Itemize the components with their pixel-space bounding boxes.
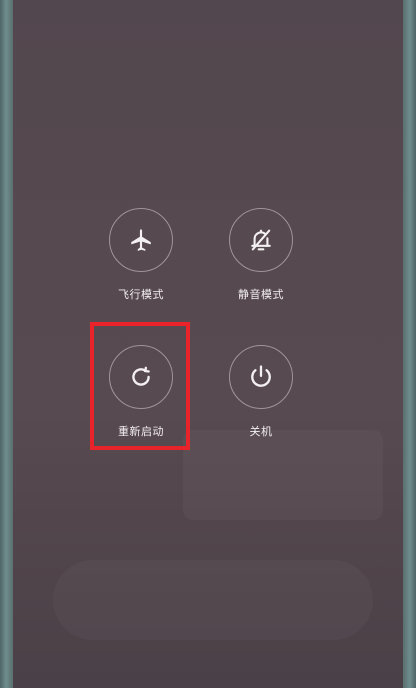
airplane-mode-label: 飞行模式	[118, 288, 164, 301]
airplane-mode-button[interactable]: 飞行模式	[86, 208, 196, 302]
silent-mode-circle[interactable]	[229, 208, 293, 272]
power-off-circle[interactable]	[229, 345, 293, 409]
silent-mode-button[interactable]: 静音模式	[206, 208, 316, 302]
silent-mode-label: 静音模式	[238, 288, 284, 301]
power-off-button[interactable]: 关机	[206, 345, 316, 439]
airplane-icon	[131, 229, 151, 251]
power-menu-screen: 飞行模式 静音模式 重新启动 关机	[13, 0, 403, 688]
power-icon	[251, 365, 271, 387]
power-off-label: 关机	[249, 425, 273, 438]
bell-off-icon	[251, 229, 271, 251]
phone-frame: 飞行模式 静音模式 重新启动 关机	[0, 0, 416, 688]
highlight-box	[90, 322, 190, 450]
airplane-mode-circle[interactable]	[109, 208, 173, 272]
screen-reflection-bottom	[53, 560, 373, 640]
screen-reflection	[183, 430, 383, 520]
